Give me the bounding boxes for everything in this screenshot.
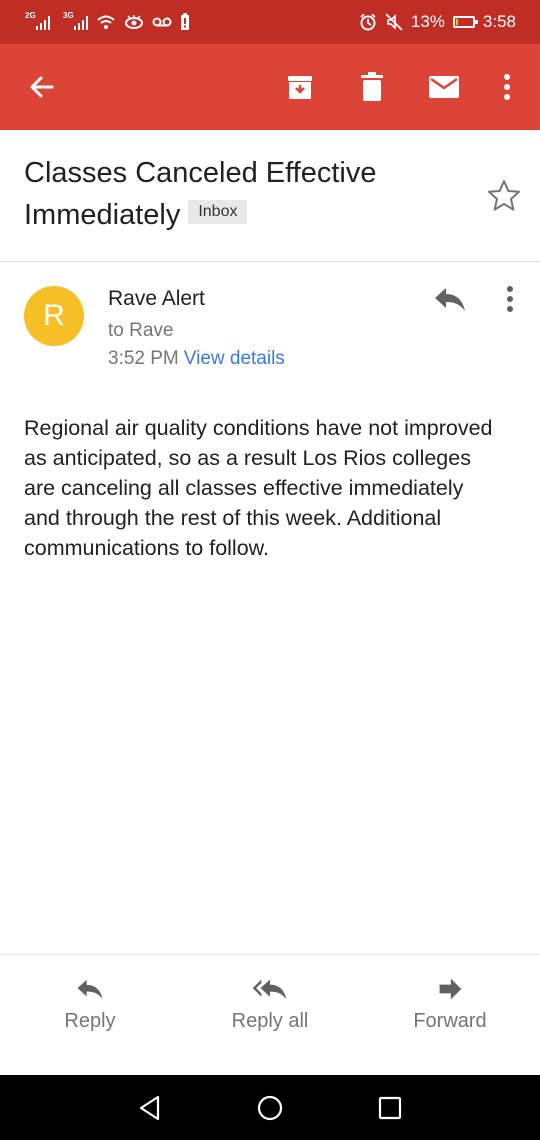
- nav-back-button[interactable]: [130, 1075, 170, 1140]
- forward-button[interactable]: Forward: [380, 976, 520, 1033]
- mute-icon: [385, 13, 403, 31]
- more-vert-icon: [504, 74, 510, 100]
- delete-icon: [361, 72, 383, 101]
- voicemail-icon: [152, 17, 172, 27]
- battery-percent: 13%: [410, 12, 445, 31]
- star-icon[interactable]: [486, 178, 522, 214]
- status-time: 3:58: [482, 12, 516, 31]
- eye-icon: [125, 15, 143, 29]
- view-details-link[interactable]: View details: [184, 348, 285, 369]
- status-bar: 2G 3G 13% 3:58: [0, 0, 540, 44]
- network-type-label: 2G: [25, 11, 36, 20]
- signal-icon-2: 3G: [63, 11, 88, 30]
- mail-icon: [429, 76, 459, 98]
- reply-icon[interactable]: [432, 284, 468, 314]
- reply-all-label: Reply all: [231, 1010, 309, 1032]
- avatar[interactable]: R: [24, 286, 84, 346]
- back-arrow-icon: [30, 76, 54, 98]
- app-bar: [0, 44, 540, 130]
- signal-icon: 2G: [25, 11, 50, 30]
- battery-icon: [452, 16, 478, 28]
- nav-recents-icon: [378, 1096, 402, 1119]
- email-time-row: 3:52 PM View details: [108, 348, 285, 370]
- label-chip[interactable]: Inbox: [188, 200, 248, 225]
- network-type-label-2: 3G: [63, 11, 74, 20]
- reply-all-button[interactable]: Reply all: [200, 976, 340, 1033]
- reply-label: Reply: [64, 1010, 116, 1032]
- divider: [0, 261, 540, 262]
- back-button[interactable]: [20, 44, 64, 130]
- forward-icon: [439, 978, 462, 1000]
- archive-icon: [288, 76, 312, 99]
- email-time: 3:52 PM: [108, 348, 179, 369]
- more-vert-icon[interactable]: [498, 284, 522, 314]
- reply-all-icon: [252, 979, 287, 1000]
- nav-home-button[interactable]: [250, 1075, 290, 1140]
- email-subject: Classes Canceled Effective Immediately In…: [24, 152, 464, 236]
- divider: [0, 954, 540, 955]
- recipient-text: to Rave: [108, 320, 174, 341]
- alarm-icon: [360, 13, 376, 31]
- nav-back-icon: [139, 1095, 160, 1120]
- email-body: Regional air quality conditions have not…: [24, 416, 493, 560]
- nav-recents-button[interactable]: [370, 1075, 410, 1140]
- battery-alert-icon: [181, 13, 189, 30]
- nav-home-icon: [257, 1095, 283, 1120]
- delete-button[interactable]: [352, 44, 392, 130]
- more-options-button[interactable]: [492, 44, 522, 130]
- archive-button[interactable]: [280, 44, 320, 130]
- reply-button[interactable]: Reply: [20, 976, 160, 1033]
- navigation-bar: [0, 1075, 540, 1140]
- forward-label: Forward: [413, 1010, 487, 1032]
- sender-name: Rave Alert: [108, 287, 205, 310]
- reply-icon: [77, 979, 103, 999]
- mark-unread-button[interactable]: [424, 44, 464, 130]
- wifi-icon: [97, 15, 115, 29]
